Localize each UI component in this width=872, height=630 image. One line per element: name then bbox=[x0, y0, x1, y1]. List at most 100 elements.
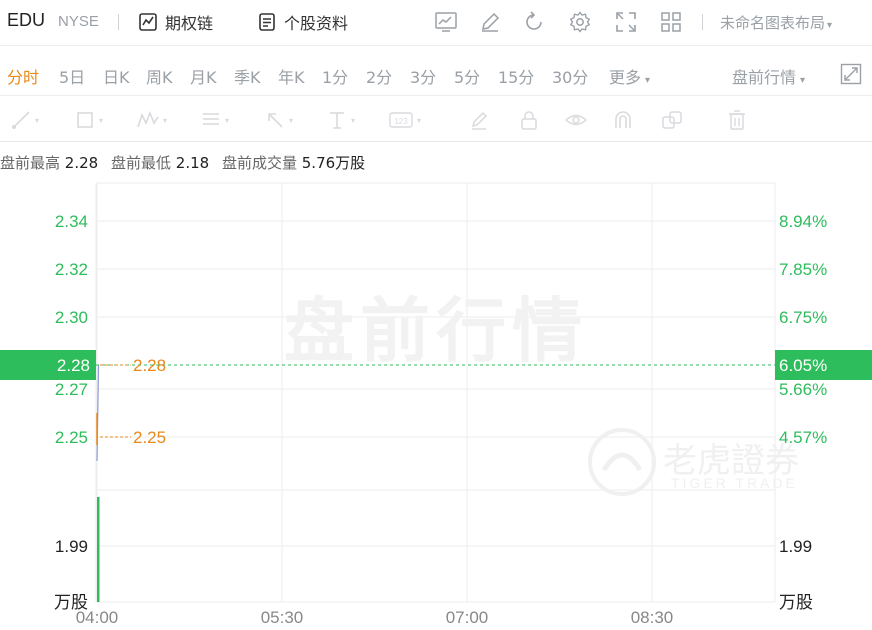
tab-5min[interactable]: 5分 bbox=[454, 64, 480, 88]
line-tool-icon bbox=[12, 111, 30, 129]
stock-profile-label: 个股资料 bbox=[284, 14, 349, 33]
price-tick-label: 2.30 bbox=[55, 308, 88, 327]
fullscreen-icon[interactable] bbox=[614, 10, 638, 34]
percent-tick-label: 4.57% bbox=[779, 428, 827, 447]
arrow-tool-icon bbox=[268, 113, 283, 128]
divider bbox=[118, 14, 119, 30]
option-chain-link[interactable]: 期权链 bbox=[138, 11, 213, 33]
header-bar: EDU NYSE 期权链 个股资料 未命名图表布局 ▾ bbox=[0, 0, 872, 46]
pattern-tool[interactable]: ▾ bbox=[136, 109, 167, 131]
more-label: 更多 bbox=[609, 68, 642, 87]
session-label: 盘前行情 bbox=[732, 68, 797, 87]
tab-3min[interactable]: 3分 bbox=[410, 64, 436, 88]
fibonacci-tool[interactable]: ▾ bbox=[200, 109, 229, 131]
price-tick-label: 2.27 bbox=[55, 380, 88, 399]
session-dropdown[interactable]: 盘前行情 ▾ bbox=[732, 64, 805, 88]
exchange-label: NYSE bbox=[58, 13, 99, 30]
brand-name-en: TIGER TRADE bbox=[671, 475, 798, 491]
time-tick-label: 07:00 bbox=[446, 608, 489, 627]
tab-weekly[interactable]: 周K bbox=[146, 64, 173, 88]
tab-daily[interactable]: 日K bbox=[103, 64, 130, 88]
price-tick-label: 2.34 bbox=[55, 212, 88, 231]
layout-name: 未命名图表布局 bbox=[720, 14, 826, 32]
option-chain-label: 期权链 bbox=[165, 14, 214, 33]
text-tool-icon bbox=[330, 112, 344, 129]
period-bar: 分时 5日 日K 周K 月K 季K 年K 1分 2分 3分 5分 15分 30分… bbox=[0, 50, 872, 96]
percent-tick-label: 5.66% bbox=[779, 380, 827, 399]
trend-chart-icon[interactable] bbox=[434, 10, 458, 34]
trash-icon bbox=[729, 110, 745, 130]
line-tool[interactable]: ▾ bbox=[10, 109, 39, 131]
time-tick-label: 04:00 bbox=[76, 608, 119, 627]
magnet-tool[interactable] bbox=[612, 109, 634, 131]
option-chain-icon bbox=[139, 13, 157, 31]
tab-5day[interactable]: 5日 bbox=[59, 64, 85, 88]
chevron-down-icon: ▾ bbox=[800, 75, 806, 86]
stock-profile-link[interactable]: 个股资料 bbox=[257, 11, 348, 33]
tab-30min[interactable]: 30分 bbox=[552, 64, 588, 88]
price-tick-label: 2.32 bbox=[55, 260, 88, 279]
volume-label: 盘前成交量 bbox=[221, 154, 297, 172]
tab-15min[interactable]: 15分 bbox=[498, 64, 534, 88]
layout-selector[interactable]: 未命名图表布局 ▾ bbox=[720, 12, 832, 33]
high-label: 盘前最高 bbox=[0, 154, 61, 172]
time-tick-label: 05:30 bbox=[261, 608, 304, 627]
volume-tick-label: 1.99 bbox=[779, 537, 812, 556]
layers-icon bbox=[662, 111, 682, 129]
arrow-tool[interactable]: ▾ bbox=[264, 109, 293, 131]
fibonacci-tool-icon bbox=[203, 113, 219, 125]
document-icon bbox=[259, 13, 275, 31]
expand-icon[interactable] bbox=[840, 63, 862, 85]
volume-tick-label: 1.99 bbox=[55, 537, 88, 556]
rectangle-tool[interactable]: ▾ bbox=[74, 109, 103, 131]
tab-quarterly[interactable]: 季K bbox=[234, 64, 261, 88]
brush-icon bbox=[471, 111, 488, 130]
lock-icon bbox=[521, 111, 537, 130]
tiger-logo-icon bbox=[588, 428, 656, 496]
refresh-icon[interactable] bbox=[522, 10, 546, 34]
delete-tool[interactable] bbox=[726, 109, 748, 131]
price-tick-label: 2.25 bbox=[55, 428, 88, 447]
tab-2min[interactable]: 2分 bbox=[366, 64, 392, 88]
chevron-down-icon: ▾ bbox=[827, 20, 833, 31]
volume-value: 5.76万股 bbox=[301, 154, 366, 172]
edit-icon[interactable] bbox=[478, 10, 502, 34]
more-dropdown[interactable]: 更多 ▾ bbox=[609, 64, 650, 88]
measure-tool-icon: 123 bbox=[389, 112, 413, 128]
tab-monthly[interactable]: 月K bbox=[190, 64, 217, 88]
tab-yearly[interactable]: 年K bbox=[278, 64, 305, 88]
percent-tick-label: 6.75% bbox=[779, 308, 827, 327]
layers-tool[interactable] bbox=[660, 109, 684, 131]
tab-intraday[interactable]: 分时 bbox=[7, 64, 39, 88]
stock-chart-app: EDU NYSE 期权链 个股资料 未命名图表布局 ▾ 分时 5日 日K 周K … bbox=[0, 0, 872, 630]
pattern-tool-icon bbox=[137, 110, 159, 128]
ticker-symbol: EDU bbox=[7, 10, 46, 30]
current-percent-label: 6.05% bbox=[779, 356, 827, 375]
percent-tick-label: 7.85% bbox=[779, 260, 827, 279]
drawing-toolbar: ▾ ▾ ▾ ▾ ▾ ▾ 123 ▾ bbox=[0, 100, 872, 142]
time-tick-label: 08:30 bbox=[631, 608, 674, 627]
visibility-tool[interactable] bbox=[564, 109, 588, 131]
rectangle-tool-icon bbox=[77, 112, 93, 128]
svg-text:123: 123 bbox=[394, 117, 408, 126]
price-chart[interactable]: 盘前行情 老虎證券 TIGER TRADE 2.34 8.94% 2.32 7.85%… bbox=[0, 180, 872, 630]
session-watermark: 盘前行情 bbox=[284, 290, 588, 372]
volume-series bbox=[97, 497, 100, 602]
low-value: 2.18 bbox=[175, 154, 210, 172]
high-value: 2.28 bbox=[64, 154, 99, 172]
measure-tool[interactable]: 123 ▾ bbox=[388, 109, 421, 131]
percent-tick-label: 8.94% bbox=[779, 212, 827, 231]
volume-unit-label: 万股 bbox=[779, 593, 813, 612]
lock-tool[interactable] bbox=[518, 109, 540, 131]
grid-layout-icon[interactable] bbox=[659, 10, 683, 34]
price-marker-label: 2.25 bbox=[133, 428, 166, 447]
magnet-icon bbox=[615, 111, 631, 128]
settings-icon[interactable] bbox=[568, 10, 592, 34]
chart-grid bbox=[95, 182, 776, 603]
premarket-stats: 盘前最高 2.28 盘前最低 2.18 盘前成交量 5.76万股 bbox=[0, 152, 373, 173]
chevron-down-icon: ▾ bbox=[645, 75, 651, 86]
tab-1min[interactable]: 1分 bbox=[322, 64, 348, 88]
text-tool[interactable]: ▾ bbox=[326, 109, 355, 131]
brush-tool[interactable] bbox=[468, 109, 490, 131]
visibility-icon bbox=[564, 114, 588, 126]
